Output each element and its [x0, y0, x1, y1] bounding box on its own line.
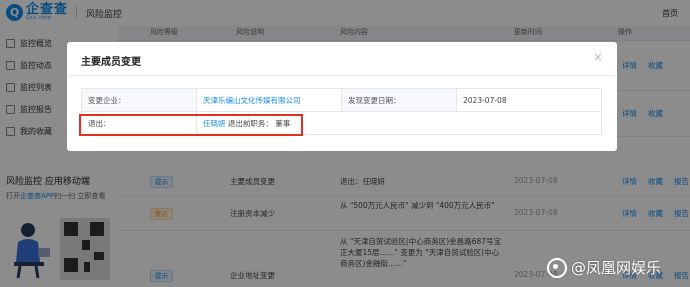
date-label: 发现变更日期：: [341, 88, 457, 112]
date-value: 2023-07-08: [456, 88, 602, 112]
weibo-icon: [547, 257, 567, 278]
watermark-text: @凤凰网娱乐: [571, 259, 662, 277]
modal-divider: [67, 75, 617, 76]
modal-title: 主要成员变更: [81, 57, 141, 68]
company-link[interactable]: 天津乐编山文化传媒有限公司: [203, 96, 301, 105]
weibo-watermark: @凤凰网娱乐: [547, 257, 661, 278]
company-label: 变更企业：: [81, 88, 197, 112]
close-icon[interactable]: ×: [593, 50, 603, 64]
red-highlight-box: [79, 114, 303, 136]
